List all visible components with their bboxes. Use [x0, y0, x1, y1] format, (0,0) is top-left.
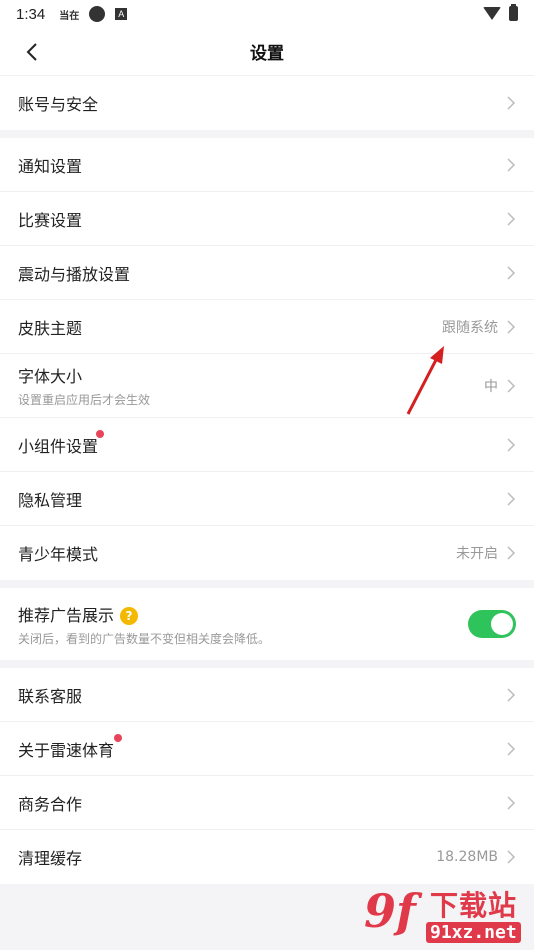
skin-theme-row[interactable]: 皮肤主题 跟随系统 [0, 300, 534, 354]
watermark: 9f 下载站 91xz.net [364, 878, 534, 950]
chevron-right-icon [507, 546, 516, 560]
youth-mode-row[interactable]: 青少年模式 未开启 [0, 526, 534, 580]
divider [0, 660, 534, 668]
match-settings-label: 比赛设置 [18, 210, 83, 230]
widget-settings-label: 小组件设置 [18, 429, 104, 457]
chevron-right-icon [507, 795, 516, 810]
widget-settings-text: 小组件设置 [18, 436, 99, 456]
skin-theme-label: 皮肤主题 [18, 318, 83, 338]
recommended-ads-label: 推荐广告展示? [18, 602, 270, 626]
recommended-ads-row: 推荐广告展示? 关闭后，看到的广告数量不变但相关度会降低。 [0, 588, 534, 660]
other-group: 联系客服 关于雷速体育 商务合作 清理缓存 18.28MB [0, 668, 534, 884]
about-text: 关于雷速体育 [18, 740, 115, 760]
vibration-playback-row[interactable]: 震动与播放设置 [0, 246, 534, 300]
new-badge-dot [114, 733, 122, 742]
status-right [483, 4, 518, 21]
contact-service-label: 联系客服 [18, 686, 83, 706]
page-header: 设置 [0, 28, 534, 76]
battery-icon [509, 4, 518, 21]
general-group: 通知设置 比赛设置 震动与播放设置 皮肤主题 跟随系统 字体大小 设置重启应用后… [0, 138, 534, 580]
chevron-right-icon [507, 437, 516, 452]
chevron-right-icon [507, 211, 516, 226]
watermark-title: 下载站 [430, 889, 518, 922]
divider [0, 130, 534, 138]
chevron-right-icon [507, 491, 516, 506]
chevron-right-icon [507, 319, 516, 334]
about-row[interactable]: 关于雷速体育 [0, 722, 534, 776]
status-time: 1:34 [16, 5, 46, 23]
contact-service-row[interactable]: 联系客服 [0, 668, 534, 722]
a-box-icon: A [115, 8, 128, 20]
notification-settings-row[interactable]: 通知设置 [0, 138, 534, 192]
youth-mode-label: 青少年模式 [18, 545, 99, 564]
business-cooperation-label: 商务合作 [18, 794, 83, 814]
chevron-right-icon [507, 157, 516, 172]
back-button[interactable] [16, 36, 48, 68]
toggle-knob [491, 613, 513, 635]
watermark-logo: 9f [364, 884, 416, 938]
chevron-left-icon [26, 43, 37, 61]
recommended-ads-texts: 推荐广告展示? 关闭后，看到的广告数量不变但相关度会降低。 [18, 602, 270, 647]
divider [0, 580, 534, 588]
recommended-ads-toggle[interactable] [468, 610, 516, 638]
new-badge-dot [96, 429, 104, 438]
recommended-ads-sublabel: 关闭后，看到的广告数量不变但相关度会降低。 [18, 631, 271, 646]
page-title: 设置 [250, 44, 284, 64]
chevron-right-icon [507, 96, 516, 110]
app-badge-icon: 当在 [59, 10, 80, 22]
account-group: 账号与安全 [0, 76, 534, 130]
recommended-ads-text: 推荐广告展示 [18, 605, 115, 625]
about-label: 关于雷速体育 [18, 733, 122, 761]
font-size-row[interactable]: 字体大小 设置重启应用后才会生效 中 [0, 354, 534, 418]
youth-mode-value: 未开启 [456, 546, 498, 562]
vibration-playback-label: 震动与播放设置 [18, 264, 131, 284]
wifi-icon [483, 7, 501, 20]
business-cooperation-row[interactable]: 商务合作 [0, 776, 534, 830]
chevron-right-icon [507, 850, 516, 864]
font-size-value: 中 [484, 378, 498, 395]
widget-settings-row[interactable]: 小组件设置 [0, 418, 534, 472]
chevron-right-icon [507, 687, 516, 702]
cache-size-value: 18.28MB [436, 849, 498, 865]
chevron-right-icon [507, 378, 516, 393]
privacy-management-label: 隐私管理 [18, 490, 83, 510]
help-icon[interactable]: ? [120, 606, 139, 625]
ads-group: 推荐广告展示? 关闭后，看到的广告数量不变但相关度会降低。 [0, 588, 534, 660]
pinwheel-icon [89, 6, 106, 22]
match-settings-row[interactable]: 比赛设置 [0, 192, 534, 246]
account-security-row[interactable]: 账号与安全 [0, 76, 534, 130]
watermark-url: 91xz.net [426, 922, 521, 943]
font-size-label: 字体大小 [18, 367, 83, 386]
privacy-management-row[interactable]: 隐私管理 [0, 472, 534, 526]
chevron-right-icon [507, 741, 516, 756]
clear-cache-row[interactable]: 清理缓存 18.28MB [0, 830, 534, 884]
font-size-texts: 字体大小 设置重启应用后才会生效 [18, 363, 150, 408]
skin-theme-value: 跟随系统 [442, 319, 498, 336]
clear-cache-label: 清理缓存 [18, 849, 83, 868]
chevron-right-icon [507, 265, 516, 280]
font-size-sublabel: 设置重启应用后才会生效 [18, 393, 151, 407]
account-security-label: 账号与安全 [18, 95, 99, 114]
notification-settings-label: 通知设置 [18, 156, 83, 176]
status-bar: 1:34 当在 A [0, 0, 534, 28]
